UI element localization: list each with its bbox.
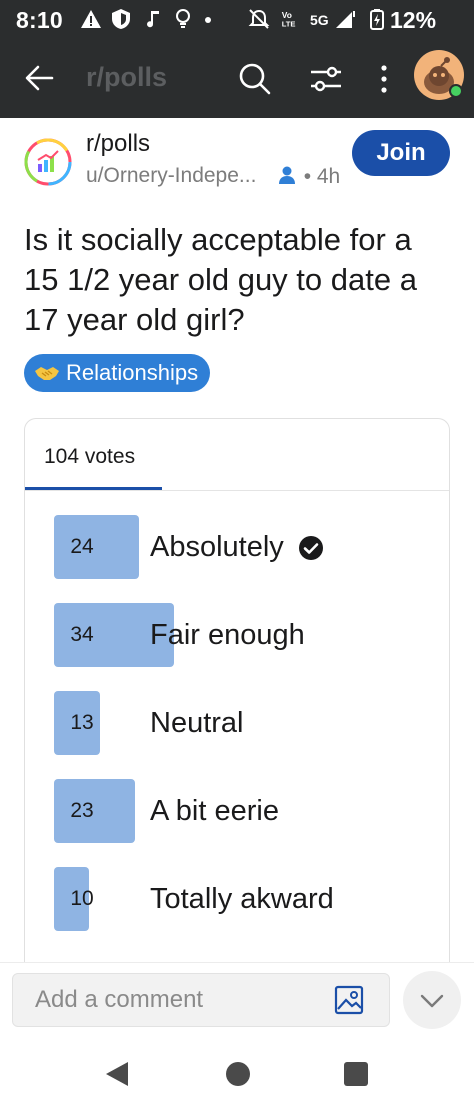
online-status-dot [449, 84, 463, 98]
network-type: 5G [310, 12, 329, 28]
poll-option-label: Totally akward [150, 883, 334, 916]
chevron-down-icon [420, 994, 444, 1008]
poll-option-count: 34 [70, 623, 94, 646]
poll-option-count: 23 [70, 799, 94, 822]
poll-option-label: A bit eerie [150, 795, 279, 828]
votes-divider [25, 490, 449, 491]
post-title: Is it socially acceptable for a 15 1/2 y… [24, 222, 417, 337]
battery-percent: 12% [390, 7, 437, 33]
poll-option-label: Fair enough [150, 619, 305, 652]
handshake-icon [35, 367, 59, 380]
svg-text:LTE: LTE [282, 20, 296, 29]
header-title: r/polls [86, 62, 168, 92]
post-meta: u/Ornery-Indepe... • 4h [86, 164, 340, 189]
meta-separator: • [303, 165, 317, 188]
poll-option-label: Neutral [150, 707, 244, 740]
nav-home-icon[interactable] [226, 1062, 250, 1086]
poll-option-count: 13 [70, 711, 94, 734]
poll-option: 23 A bit eerie [54, 779, 444, 843]
flair-label: Relationships [66, 360, 199, 385]
comment-bar [0, 962, 474, 1040]
warning-icon [81, 10, 101, 28]
mute-bell-icon [248, 9, 270, 29]
shield-icon [112, 9, 130, 29]
checkmark-circle-icon [298, 535, 323, 560]
notification-dot [205, 17, 211, 23]
add-image-icon[interactable] [334, 985, 364, 1015]
back-arrow-icon[interactable] [22, 60, 58, 96]
person-icon [278, 166, 295, 184]
poll-option-label: Absolutely [150, 531, 324, 564]
lightbulb-icon [176, 9, 190, 28]
poll-option: 24 Absolutely [54, 515, 444, 579]
poll-card: 104 votes 24 Absolutely 34 Fair enough 1… [24, 418, 450, 978]
poll-option: 10 Totally akward [54, 867, 444, 931]
search-icon[interactable] [236, 60, 272, 96]
subreddit-name[interactable]: r/polls [86, 130, 150, 158]
music-note-icon [147, 11, 159, 28]
status-bar: 8:10 Vo LTE 5G 12% [0, 0, 474, 40]
app-header: r/polls [0, 40, 474, 118]
poll-option: 13 Neutral [54, 691, 444, 755]
poll-option-text: A bit eerie [150, 795, 279, 827]
poll-option-count: 24 [70, 535, 94, 558]
post-flair[interactable]: Relationships [24, 354, 211, 392]
poll-option-text: Fair enough [150, 619, 305, 651]
svg-text:Vo: Vo [282, 10, 292, 20]
nav-back-icon[interactable] [104, 1060, 130, 1088]
signal-icon [336, 11, 355, 28]
votes-count: 104 votes [44, 445, 136, 468]
volte-icon: VoLTE [282, 10, 296, 29]
battery-icon [370, 9, 384, 30]
subreddit-polls-icon[interactable] [24, 138, 72, 186]
poll-option-count: 10 [70, 887, 94, 910]
more-options-icon[interactable] [372, 62, 396, 96]
post-header: r/polls u/Ornery-Indepe... • 4h Join [0, 118, 474, 208]
status-time: 8:10 [16, 7, 63, 33]
filter-icon[interactable] [308, 62, 344, 96]
nav-recents-icon[interactable] [344, 1062, 368, 1086]
poll-option-text: Neutral [150, 707, 244, 739]
poll-option-text: Absolutely [150, 531, 284, 563]
post-age: 4h [316, 165, 341, 188]
join-button[interactable]: Join [352, 130, 450, 176]
collapse-button[interactable] [403, 971, 461, 1029]
post-author[interactable]: u/Ornery-Indepe... [86, 164, 268, 188]
poll-option-text: Totally akward [150, 883, 334, 915]
poll-option: 34 Fair enough [54, 603, 444, 667]
system-navigation-bar [0, 1040, 474, 1106]
